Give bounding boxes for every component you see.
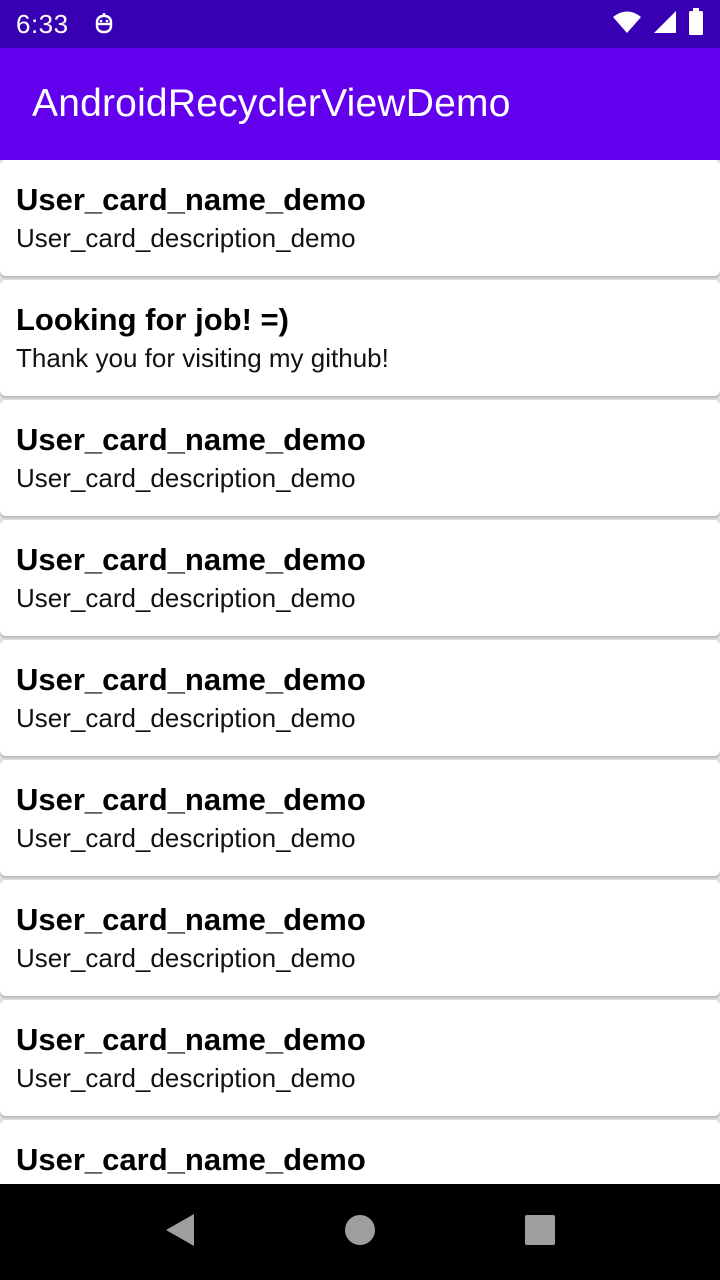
card-description: User_card_description_demo: [16, 703, 356, 733]
back-button[interactable]: [132, 1184, 228, 1280]
app-notification-icon: [93, 11, 115, 37]
card-description: User_card_description_demo: [16, 823, 356, 853]
card-name: User_card_name_demo: [16, 662, 366, 697]
list-item[interactable]: User_card_name_demo User_card_descriptio…: [0, 400, 720, 516]
recents-button[interactable]: [492, 1184, 588, 1280]
card-name: User_card_name_demo: [16, 422, 366, 457]
list-item[interactable]: User_card_name_demo User_card_descriptio…: [0, 760, 720, 876]
list-item[interactable]: User_card_name_demo User_card_descriptio…: [0, 1000, 720, 1116]
battery-icon: [688, 7, 704, 41]
app-title: AndroidRecyclerViewDemo: [32, 82, 511, 125]
list-item[interactable]: User_card_name_demo User_card_descriptio…: [0, 640, 720, 756]
status-bar: 6:33: [0, 0, 720, 48]
list-item[interactable]: Looking for job! =) Thank you for visiti…: [0, 280, 720, 396]
back-icon: [164, 1212, 196, 1253]
card-name: User_card_name_demo: [16, 902, 366, 937]
list-item[interactable]: User_card_name_demo User_card_descriptio…: [0, 880, 720, 996]
card-name: User_card_name_demo: [16, 542, 366, 577]
card-description: User_card_description_demo: [16, 583, 356, 613]
card-name: User_card_name_demo: [16, 782, 366, 817]
card-name: User_card_name_demo: [16, 1022, 366, 1057]
recents-icon: [525, 1214, 555, 1250]
home-icon: [344, 1214, 376, 1251]
list-item[interactable]: User_card_name_demo: [0, 1120, 720, 1184]
recycler-list[interactable]: User_card_name_demo User_card_descriptio…: [0, 160, 720, 1184]
card-description: Thank you for visiting my github!: [16, 343, 389, 373]
card-name: Looking for job! =): [16, 302, 289, 337]
card-description: User_card_description_demo: [16, 1063, 356, 1093]
card-description: User_card_description_demo: [16, 943, 356, 973]
status-time: 6:33: [16, 8, 69, 39]
wifi-icon: [612, 10, 642, 39]
card-description: User_card_description_demo: [16, 223, 356, 253]
list-item[interactable]: User_card_name_demo User_card_descriptio…: [0, 160, 720, 276]
list-item[interactable]: User_card_name_demo User_card_descriptio…: [0, 520, 720, 636]
cell-signal-icon: [652, 9, 678, 40]
card-description: User_card_description_demo: [16, 463, 356, 493]
card-name: User_card_name_demo: [16, 182, 366, 217]
status-icons: [612, 7, 704, 41]
app-screen: 6:33 AndroidRecyclerViewDemo User_card_n…: [0, 0, 720, 1280]
card-name: User_card_name_demo: [16, 1142, 366, 1177]
navigation-bar: [0, 1184, 720, 1280]
home-button[interactable]: [312, 1184, 408, 1280]
app-bar: AndroidRecyclerViewDemo: [0, 48, 720, 160]
